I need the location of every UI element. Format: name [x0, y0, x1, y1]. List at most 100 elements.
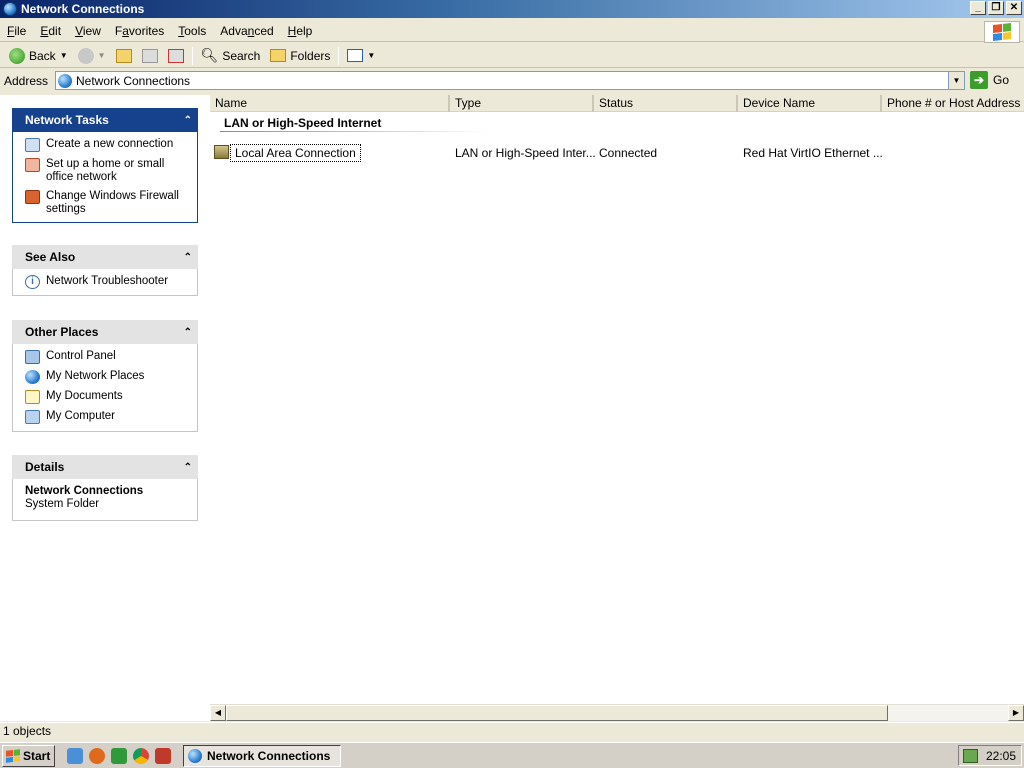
chrome-icon[interactable]	[133, 747, 149, 764]
computer-icon	[25, 410, 40, 424]
my-computer-link[interactable]: My Computer	[25, 410, 193, 424]
menu-file[interactable]: File	[0, 24, 33, 38]
documents-icon	[25, 390, 40, 404]
collapse-icon[interactable]: ⌃	[184, 327, 192, 338]
firewall-icon	[25, 190, 40, 204]
close-button[interactable]: ✕	[1006, 1, 1022, 15]
address-field[interactable]: Network Connections ▼	[55, 71, 965, 90]
tool-button-3[interactable]	[163, 45, 189, 67]
task-create-connection[interactable]: Create a new connection	[25, 138, 193, 152]
column-header-device-name[interactable]: Device Name	[738, 95, 882, 112]
explorer-window: Network Connections _ ❐ ✕ File Edit View…	[0, 0, 1024, 742]
address-dropdown-button[interactable]: ▼	[948, 72, 964, 89]
scroll-left-button[interactable]: ◀	[210, 705, 226, 721]
forward-arrow-icon	[77, 47, 94, 64]
connection-status: Connected	[599, 146, 658, 160]
network-troubleshooter-link[interactable]: i Network Troubleshooter	[25, 275, 193, 289]
other-places-panel: Other Places ⌃ Control Panel My Network …	[12, 320, 198, 432]
up-folder-button[interactable]	[111, 45, 137, 67]
views-button[interactable]: ▼	[342, 45, 380, 67]
copy-to-icon	[141, 48, 158, 63]
column-headers: Name Type Status Device Name Phone # or …	[210, 95, 1024, 112]
go-arrow-icon: ➔	[970, 71, 988, 89]
column-header-phone[interactable]: Phone # or Host Address	[882, 95, 1024, 112]
up-folder-icon	[115, 48, 132, 63]
standard-toolbar: Back ▼ ▼ 🔍︎ Search Folders ▼	[0, 44, 1024, 68]
search-button[interactable]: 🔍︎ Search	[196, 45, 266, 67]
connection-name[interactable]: Local Area Connection	[230, 144, 361, 162]
clock: 22:05	[986, 748, 1017, 763]
collapse-icon[interactable]: ⌃	[184, 252, 192, 263]
column-header-name[interactable]: Name	[210, 95, 450, 112]
task-home-network[interactable]: Set up a home or small office network	[25, 158, 193, 184]
task-firewall[interactable]: Change Windows Firewall settings	[25, 190, 193, 216]
green-arrow-icon[interactable]	[111, 747, 127, 764]
address-bar: Address Network Connections ▼ ➔ Go	[0, 69, 1024, 93]
task-pane: Network Tasks ⌃ Create a new connection …	[0, 95, 210, 721]
scroll-right-button[interactable]: ▶	[1008, 705, 1024, 721]
control-panel-link[interactable]: Control Panel	[25, 350, 193, 364]
control-panel-icon	[25, 350, 40, 364]
menu-view[interactable]: View	[68, 24, 108, 38]
scroll-thumb[interactable]	[226, 705, 888, 721]
views-icon	[347, 49, 364, 62]
details-header[interactable]: Details ⌃	[12, 455, 198, 479]
minimize-button[interactable]: _	[970, 1, 986, 15]
menu-edit[interactable]: Edit	[33, 24, 68, 38]
forward-dropdown-icon[interactable]: ▼	[98, 51, 106, 60]
folders-button[interactable]: Folders	[265, 45, 335, 67]
column-header-status[interactable]: Status	[594, 95, 738, 112]
menu-bar: File Edit View Favorites Tools Advanced …	[0, 20, 1024, 42]
app-icon[interactable]	[155, 747, 171, 764]
network-globe-icon	[58, 73, 72, 88]
delete-icon	[167, 48, 184, 63]
menu-help[interactable]: Help	[281, 24, 320, 38]
my-documents-link[interactable]: My Documents	[25, 390, 193, 404]
network-tasks-header[interactable]: Network Tasks ⌃	[12, 108, 198, 132]
collapse-icon[interactable]: ⌃	[184, 462, 192, 473]
search-icon: 🔍︎	[200, 47, 219, 63]
ie-icon[interactable]	[67, 747, 83, 764]
status-bar: 1 objects	[0, 722, 1024, 740]
new-connection-icon	[25, 138, 40, 152]
network-tasks-panel: Network Tasks ⌃ Create a new connection …	[12, 108, 198, 223]
taskbar: Start Network Connections 22:05	[0, 742, 1024, 768]
details-type: System Folder	[25, 498, 100, 510]
title-bar[interactable]: Network Connections _ ❐ ✕	[0, 0, 1024, 18]
see-also-header[interactable]: See Also ⌃	[12, 245, 198, 269]
network-globe-icon	[188, 748, 202, 763]
column-header-type[interactable]: Type	[450, 95, 594, 112]
browser-icon[interactable]	[89, 747, 105, 764]
menu-advanced[interactable]: Advanced	[213, 24, 280, 38]
menu-favorites[interactable]: Favorites	[108, 24, 171, 38]
see-also-panel: See Also ⌃ i Network Troubleshooter	[12, 245, 198, 296]
connection-type: LAN or High-Speed Inter...	[455, 146, 596, 160]
go-button[interactable]: ➔ Go	[970, 71, 1009, 89]
network-tray-icon[interactable]	[963, 748, 978, 763]
tool-button-2[interactable]	[137, 45, 163, 67]
folders-icon	[270, 49, 287, 62]
restore-button[interactable]: ❐	[988, 1, 1004, 15]
toolbar-separator	[191, 46, 193, 65]
collapse-icon[interactable]: ⌃	[184, 115, 192, 126]
table-row[interactable]: Local Area Connection LAN or High-Speed …	[210, 144, 1024, 162]
menu-tools[interactable]: Tools	[171, 24, 213, 38]
window-title: Network Connections	[21, 2, 145, 16]
my-network-places-link[interactable]: My Network Places	[25, 370, 193, 384]
taskbar-network-connections[interactable]: Network Connections	[183, 744, 341, 767]
back-arrow-icon	[9, 47, 25, 64]
network-globe-icon	[3, 2, 17, 16]
connection-device: Red Hat VirtIO Ethernet ...	[743, 146, 883, 160]
forward-button[interactable]: ▼	[73, 45, 111, 67]
windows-logo-icon	[984, 21, 1020, 43]
quick-launch	[67, 747, 171, 764]
back-button[interactable]: Back ▼	[4, 45, 73, 67]
start-button[interactable]: Start	[2, 744, 55, 767]
horizontal-scrollbar[interactable]: ◀ ▶	[210, 704, 1024, 721]
views-dropdown-icon: ▼	[367, 51, 376, 60]
info-icon: i	[25, 275, 40, 289]
other-places-header[interactable]: Other Places ⌃	[12, 320, 198, 344]
group-divider	[220, 131, 490, 132]
back-dropdown-icon[interactable]: ▼	[60, 51, 68, 60]
windows-flag-icon	[6, 748, 20, 763]
